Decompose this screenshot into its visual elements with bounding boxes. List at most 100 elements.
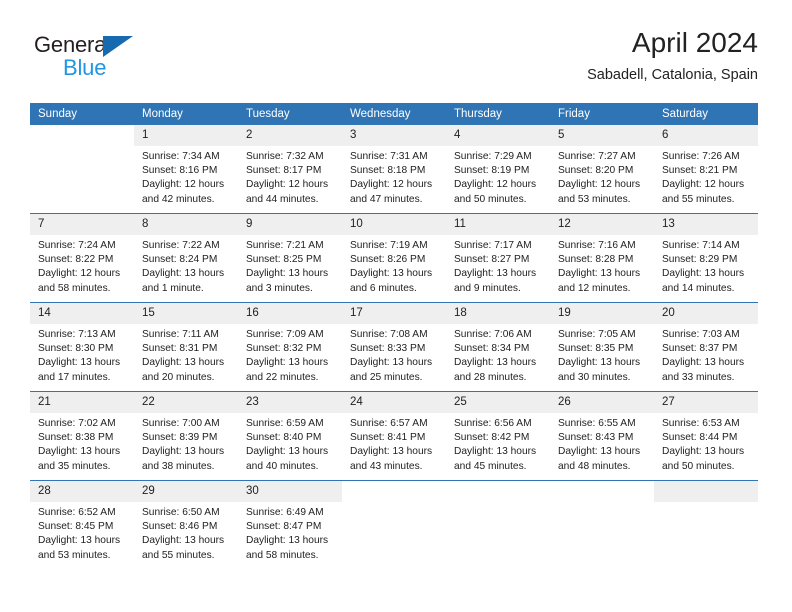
daylight-text-line1: Daylight: 13 hours: [38, 535, 121, 547]
calendar-day-cell[interactable]: 14 Sunrise: 7:13 AM Sunset: 8:30 PM Dayligh…: [30, 302, 134, 392]
calendar-day-cell[interactable]: 8 Sunrise: 7:22 AM Sunset: 8:24 PM Daylight…: [134, 213, 238, 303]
calendar-day-cell[interactable]: 21 Sunrise: 7:02 AM Sunset: 8:38 PM Dayligh…: [30, 391, 134, 481]
daylight-text-line1: Daylight: 12 hours: [662, 179, 745, 191]
day-details: Sunrise: 6:59 AM Sunset: 8:40 PM Daylight:…: [238, 413, 342, 474]
sunset-text: Sunset: 8:27 PM: [454, 254, 530, 266]
daylight-text-line1: Daylight: 12 hours: [350, 179, 433, 191]
weekday-header-saturday: Saturday: [654, 103, 758, 125]
page-subtitle: Sabadell, Catalonia, Spain: [587, 67, 758, 83]
calendar-day-cell[interactable]: 27 Sunrise: 6:53 AM Sunset: 8:44 PM Dayligh…: [654, 391, 758, 481]
sunset-text: Sunset: 8:17 PM: [246, 165, 322, 177]
day-number: 26: [550, 392, 654, 413]
daylight-text-line1: Daylight: 13 hours: [558, 268, 641, 280]
sunrise-text: Sunrise: 6:59 AM: [246, 418, 324, 429]
daylight-text-line1: Daylight: 13 hours: [246, 446, 329, 458]
sunset-text: Sunset: 8:21 PM: [662, 165, 738, 177]
calendar-day-cell[interactable]: 25 Sunrise: 6:56 AM Sunset: 8:42 PM Dayligh…: [446, 391, 550, 481]
day-details: Sunrise: 7:06 AM Sunset: 8:34 PM Daylight:…: [446, 324, 550, 385]
daylight-text-line1: Daylight: 13 hours: [142, 535, 225, 547]
day-number: 9: [238, 214, 342, 235]
day-number: 13: [654, 214, 758, 235]
day-details: Sunrise: 7:24 AM Sunset: 8:22 PM Daylight:…: [30, 235, 134, 296]
day-number: 6: [654, 125, 758, 146]
calendar-day-cell[interactable]: 20 Sunrise: 7:03 AM Sunset: 8:37 PM Dayligh…: [654, 302, 758, 392]
sunrise-text: Sunrise: 7:11 AM: [142, 329, 219, 340]
day-number: 11: [446, 214, 550, 235]
calendar-day-cell[interactable]: 19 Sunrise: 7:05 AM Sunset: 8:35 PM Dayligh…: [550, 302, 654, 392]
calendar-day-cell[interactable]: 4 Sunrise: 7:29 AM Sunset: 8:19 PM Daylight…: [446, 125, 550, 214]
daylight-text-line2: and 20 minutes.: [142, 371, 215, 383]
day-number: 15: [134, 303, 238, 324]
weekday-header-wednesday: Wednesday: [342, 103, 446, 125]
sunrise-text: Sunrise: 7:21 AM: [246, 240, 324, 251]
calendar-day-cell[interactable]: 1 Sunrise: 7:34 AM Sunset: 8:16 PM Daylight…: [134, 125, 238, 214]
calendar-day-cell[interactable]: 28 Sunrise: 6:52 AM Sunset: 8:45 PM Dayligh…: [30, 480, 134, 569]
daylight-text-line2: and 40 minutes.: [246, 460, 319, 472]
day-number: 16: [238, 303, 342, 324]
sunrise-text: Sunrise: 7:03 AM: [662, 329, 740, 340]
day-details: Sunrise: 7:08 AM Sunset: 8:33 PM Daylight:…: [342, 324, 446, 385]
calendar-day-cell[interactable]: 23 Sunrise: 6:59 AM Sunset: 8:40 PM Dayligh…: [238, 391, 342, 481]
calendar-day-cell[interactable]: 11 Sunrise: 7:17 AM Sunset: 8:27 PM Dayligh…: [446, 213, 550, 303]
daylight-text-line1: Daylight: 13 hours: [454, 268, 537, 280]
sunrise-text: Sunrise: 6:53 AM: [662, 418, 740, 429]
sunset-text: Sunset: 8:37 PM: [662, 343, 738, 355]
day-number: [654, 481, 758, 502]
sunset-text: Sunset: 8:44 PM: [662, 432, 738, 444]
sunrise-text: Sunrise: 7:24 AM: [38, 240, 116, 251]
sunset-text: Sunset: 8:34 PM: [454, 343, 530, 355]
sunrise-text: Sunrise: 7:19 AM: [350, 240, 428, 251]
calendar-day-cell[interactable]: 13 Sunrise: 7:14 AM Sunset: 8:29 PM Dayligh…: [654, 213, 758, 303]
weekday-header-friday: Friday: [550, 103, 654, 125]
day-details: Sunrise: 7:22 AM Sunset: 8:24 PM Daylight:…: [134, 235, 238, 296]
calendar-day-cell[interactable]: 2 Sunrise: 7:32 AM Sunset: 8:17 PM Daylight…: [238, 125, 342, 214]
daylight-text-line1: Daylight: 13 hours: [662, 357, 745, 369]
day-details: Sunrise: 7:32 AM Sunset: 8:17 PM Daylight:…: [238, 146, 342, 207]
calendar-day-cell[interactable]: 9 Sunrise: 7:21 AM Sunset: 8:25 PM Daylight…: [238, 213, 342, 303]
daylight-text-line2: and 28 minutes.: [454, 371, 527, 383]
calendar-day-cell[interactable]: 7 Sunrise: 7:24 AM Sunset: 8:22 PM Daylight…: [30, 213, 134, 303]
sunset-text: Sunset: 8:29 PM: [662, 254, 738, 266]
calendar-week-row: 1 Sunrise: 7:34 AM Sunset: 8:16 PM Daylight…: [30, 125, 758, 214]
calendar-day-cell[interactable]: 24 Sunrise: 6:57 AM Sunset: 8:41 PM Dayligh…: [342, 391, 446, 481]
sunset-text: Sunset: 8:30 PM: [38, 343, 114, 355]
calendar-day-cell-empty: [342, 480, 446, 569]
sunset-text: Sunset: 8:35 PM: [558, 343, 634, 355]
calendar-day-cell[interactable]: 5 Sunrise: 7:27 AM Sunset: 8:20 PM Daylight…: [550, 125, 654, 214]
weekday-header-tuesday: Tuesday: [238, 103, 342, 125]
calendar-day-cell[interactable]: 18 Sunrise: 7:06 AM Sunset: 8:34 PM Dayligh…: [446, 302, 550, 392]
daylight-text-line2: and 17 minutes.: [38, 371, 111, 383]
sunrise-text: Sunrise: 6:56 AM: [454, 418, 532, 429]
daylight-text-line2: and 58 minutes.: [246, 549, 319, 561]
calendar-day-cell[interactable]: 3 Sunrise: 7:31 AM Sunset: 8:18 PM Daylight…: [342, 125, 446, 214]
daylight-text-line1: Daylight: 13 hours: [662, 268, 745, 280]
calendar-day-cell[interactable]: 30 Sunrise: 6:49 AM Sunset: 8:47 PM Dayligh…: [238, 480, 342, 569]
day-number: 29: [134, 481, 238, 502]
day-details: Sunrise: 7:17 AM Sunset: 8:27 PM Daylight:…: [446, 235, 550, 296]
calendar-day-cell[interactable]: 17 Sunrise: 7:08 AM Sunset: 8:33 PM Dayligh…: [342, 302, 446, 392]
daylight-text-line1: Daylight: 13 hours: [38, 357, 121, 369]
calendar-day-cell[interactable]: 12 Sunrise: 7:16 AM Sunset: 8:28 PM Dayligh…: [550, 213, 654, 303]
daylight-text-line2: and 55 minutes.: [142, 549, 215, 561]
calendar-day-cell[interactable]: 6 Sunrise: 7:26 AM Sunset: 8:21 PM Daylight…: [654, 125, 758, 214]
calendar-week-row: 14 Sunrise: 7:13 AM Sunset: 8:30 PM Dayligh…: [30, 302, 758, 392]
sunset-text: Sunset: 8:38 PM: [38, 432, 114, 444]
sunrise-text: Sunrise: 7:22 AM: [142, 240, 220, 251]
calendar-day-cell[interactable]: 10 Sunrise: 7:19 AM Sunset: 8:26 PM Dayligh…: [342, 213, 446, 303]
daylight-text-line1: Daylight: 13 hours: [246, 357, 329, 369]
calendar-day-cell-empty: [550, 480, 654, 569]
calendar-day-cell[interactable]: 26 Sunrise: 6:55 AM Sunset: 8:43 PM Dayligh…: [550, 391, 654, 481]
day-details: Sunrise: 7:29 AM Sunset: 8:19 PM Daylight:…: [446, 146, 550, 207]
sunset-text: Sunset: 8:40 PM: [246, 432, 322, 444]
sunset-text: Sunset: 8:31 PM: [142, 343, 218, 355]
sunrise-text: Sunrise: 7:00 AM: [142, 418, 220, 429]
calendar-day-cell[interactable]: 22 Sunrise: 7:00 AM Sunset: 8:39 PM Dayligh…: [134, 391, 238, 481]
calendar-day-cell[interactable]: 16 Sunrise: 7:09 AM Sunset: 8:32 PM Dayligh…: [238, 302, 342, 392]
daylight-text-line2: and 6 minutes.: [350, 282, 417, 294]
calendar-day-cell[interactable]: 15 Sunrise: 7:11 AM Sunset: 8:31 PM Dayligh…: [134, 302, 238, 392]
day-number: 27: [654, 392, 758, 413]
daylight-text-line2: and 9 minutes.: [454, 282, 521, 294]
logo-triangle-icon: [103, 36, 133, 57]
calendar-day-cell[interactable]: 29 Sunrise: 6:50 AM Sunset: 8:46 PM Dayligh…: [134, 480, 238, 569]
day-number: [446, 481, 550, 502]
